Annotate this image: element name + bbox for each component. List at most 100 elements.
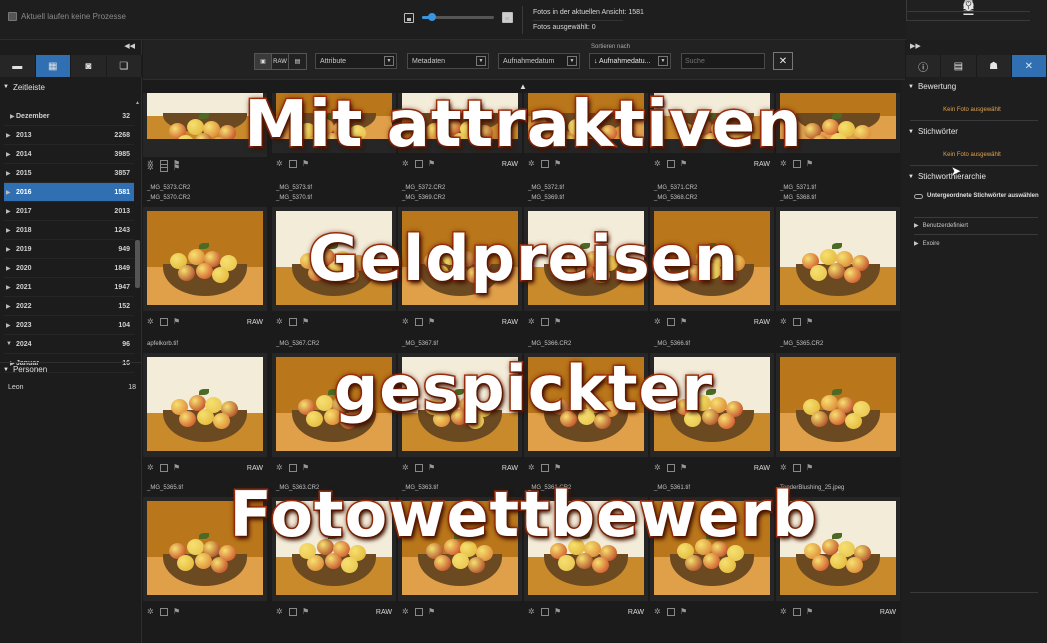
edit-icon[interactable] xyxy=(289,608,297,616)
person-row[interactable]: Leon 18 xyxy=(8,384,136,391)
timeline-row[interactable]: ▶ 2017 2013 xyxy=(4,202,134,221)
flag-icon[interactable]: ⚑ xyxy=(302,464,310,472)
slider-knob[interactable] xyxy=(427,13,436,21)
flag-icon[interactable]: ⚑ xyxy=(302,160,310,168)
toggle-switch[interactable] xyxy=(914,193,923,199)
photo-cell[interactable]: _MG_5370.CR2 ✲ ⚑ RAW xyxy=(143,195,267,340)
raw-filter-button[interactable]: RAW xyxy=(272,54,289,69)
edit-icon[interactable] xyxy=(793,464,801,472)
photo-thumbnail[interactable] xyxy=(276,93,392,139)
photo-thumbnail[interactable] xyxy=(147,211,263,305)
timeline-row[interactable]: ▶ 2021 1947 xyxy=(4,278,134,297)
photo-cell[interactable]: _MG_5369.CR2 ✲ ⚑ RAW xyxy=(398,195,522,340)
keyword-tab-icon[interactable]: ✕ xyxy=(1011,55,1047,77)
photo-thumbnail[interactable] xyxy=(654,93,770,139)
edit-icon[interactable] xyxy=(541,318,549,326)
star-icon[interactable]: ✲ xyxy=(276,318,284,326)
photo-thumbnail[interactable] xyxy=(528,211,644,305)
flag-icon[interactable]: ⚑ xyxy=(806,318,814,326)
chevron-right-icon[interactable]: ▶ xyxy=(6,170,16,177)
flag-icon[interactable]: ⚑ xyxy=(554,608,562,616)
expand-right-icon[interactable]: ▶▶ xyxy=(910,42,921,50)
photo-cell[interactable]: TenderBlushing_25.jpeg ✲ ⚑ RAW xyxy=(776,485,900,630)
flag-icon[interactable]: ⚑ xyxy=(680,160,688,168)
edit-icon[interactable] xyxy=(415,160,423,168)
photo-cell[interactable]: _MG_5368.CR2 ✲ ⚑ RAW xyxy=(650,195,774,340)
timeline-row[interactable]: ▶ 2019 949 xyxy=(4,240,134,259)
photo-cell[interactable]: _MG_5361.tif ✲ ⚑ xyxy=(650,485,774,630)
photo-thumbnail[interactable] xyxy=(780,357,896,451)
photo-cell[interactable]: _MG_5367.CR2 ✲ ⚑ xyxy=(272,341,396,486)
photo-thumbnail[interactable] xyxy=(528,357,644,451)
timeline-row[interactable]: ▶ 2014 3985 xyxy=(4,145,134,164)
star-icon[interactable]: ✲ xyxy=(528,318,536,326)
attribute-dropdown[interactable]: Attribute ▼ xyxy=(315,53,397,69)
metadata-dropdown[interactable]: Metadaten ▼ xyxy=(407,53,489,69)
edit-icon[interactable] xyxy=(160,160,168,168)
metadata-tab-icon[interactable]: ▤ xyxy=(941,55,977,77)
timeline-row[interactable]: ▶ 2016 1581 xyxy=(4,183,134,202)
star-icon[interactable]: ✲ xyxy=(780,608,788,616)
chevron-right-icon[interactable]: ▶ xyxy=(6,151,16,158)
edit-icon[interactable] xyxy=(541,160,549,168)
photo-thumbnail[interactable] xyxy=(780,211,896,305)
calendar-tab-icon[interactable]: ▦ xyxy=(35,55,71,77)
person-tab-icon[interactable]: ☗ xyxy=(977,55,1012,77)
edit-icon[interactable] xyxy=(667,464,675,472)
edit-icon[interactable] xyxy=(415,318,423,326)
folder-tab-icon[interactable]: ▬ xyxy=(0,55,36,77)
flag-icon[interactable]: ⚑ xyxy=(806,160,814,168)
edit-icon[interactable] xyxy=(667,160,675,168)
photo-cell[interactable]: _MG_5363.CR2 ✲ ⚑ RAW xyxy=(272,485,396,630)
chevron-right-icon[interactable]: ▶ xyxy=(6,189,16,196)
photo-thumbnail[interactable] xyxy=(147,93,263,139)
large-thumbnail-icon[interactable] xyxy=(502,12,513,23)
photo-thumbnail[interactable] xyxy=(402,357,518,451)
chevron-right-icon[interactable]: ▶ xyxy=(6,208,16,215)
photo-cell[interactable]: _MG_5361.CR2 ✲ ⚑ RAW xyxy=(524,485,648,630)
edit-icon[interactable] xyxy=(415,608,423,616)
photo-thumbnail[interactable] xyxy=(276,501,392,595)
star-icon[interactable]: ✲ xyxy=(528,464,536,472)
edit-icon[interactable] xyxy=(415,464,423,472)
star-icon[interactable]: ✲ xyxy=(276,160,284,168)
flag-icon[interactable]: ⚑ xyxy=(680,318,688,326)
photo-cell[interactable]: _MG_5366.CR2 ✲ ⚑ xyxy=(524,341,648,486)
photo-thumbnail[interactable] xyxy=(276,211,392,305)
photo-thumbnail[interactable] xyxy=(780,93,896,139)
chevron-right-icon[interactable]: ▶ xyxy=(6,284,16,291)
right-scrollbar[interactable] xyxy=(1040,84,1045,641)
star-icon[interactable]: ✲ xyxy=(147,160,155,168)
timeline-row[interactable]: ▶ 2013 2268 xyxy=(4,126,134,145)
album-tab-icon[interactable]: ◙ xyxy=(71,55,107,77)
star-icon[interactable]: ✲ xyxy=(276,464,284,472)
photo-thumbnail[interactable] xyxy=(402,211,518,305)
photo-thumbnail[interactable] xyxy=(654,501,770,595)
star-icon[interactable]: ✲ xyxy=(654,464,662,472)
star-icon[interactable]: ✲ xyxy=(402,160,410,168)
flag-icon[interactable]: ⚑ xyxy=(428,608,436,616)
image-filter-icon[interactable]: ▣ xyxy=(255,54,272,69)
rating-header[interactable]: ▼ Bewertung xyxy=(906,82,1038,91)
photo-thumbnail[interactable] xyxy=(402,501,518,595)
keyword-hierarchy-header[interactable]: ▼ Stichworthierarchie xyxy=(906,172,1038,181)
keywords-header[interactable]: ▼ Stichwörter xyxy=(906,127,1038,136)
chevron-right-icon[interactable]: ▶ xyxy=(6,303,16,310)
timeline-row[interactable]: ▼ 2024 96 xyxy=(4,335,134,354)
clear-filter-button[interactable]: ✕ xyxy=(773,52,793,70)
photo-cell[interactable]: _MG_5366.tif ✲ ⚑ RAW xyxy=(650,341,774,486)
photo-cell[interactable]: _MG_5363.tif ✲ ⚑ xyxy=(398,485,522,630)
photo-thumbnail[interactable] xyxy=(528,93,644,139)
flag-icon[interactable]: ⚑ xyxy=(554,160,562,168)
search-icon[interactable]: ⚲ xyxy=(906,0,1030,12)
edit-icon[interactable] xyxy=(289,160,297,168)
timeline-header[interactable]: ▼ Zeitleiste xyxy=(0,80,142,94)
edit-icon[interactable] xyxy=(793,318,801,326)
scroll-up-icon[interactable]: ▲ xyxy=(135,100,140,106)
photo-thumbnail[interactable] xyxy=(654,211,770,305)
flag-icon[interactable]: ⚑ xyxy=(428,318,436,326)
edit-icon[interactable] xyxy=(667,608,675,616)
chevron-right-icon[interactable]: ▶ xyxy=(6,132,16,139)
subordinate-keywords-toggle[interactable]: Untergeordnete Stichwörter auswählen xyxy=(914,193,1040,199)
edit-icon[interactable] xyxy=(793,160,801,168)
